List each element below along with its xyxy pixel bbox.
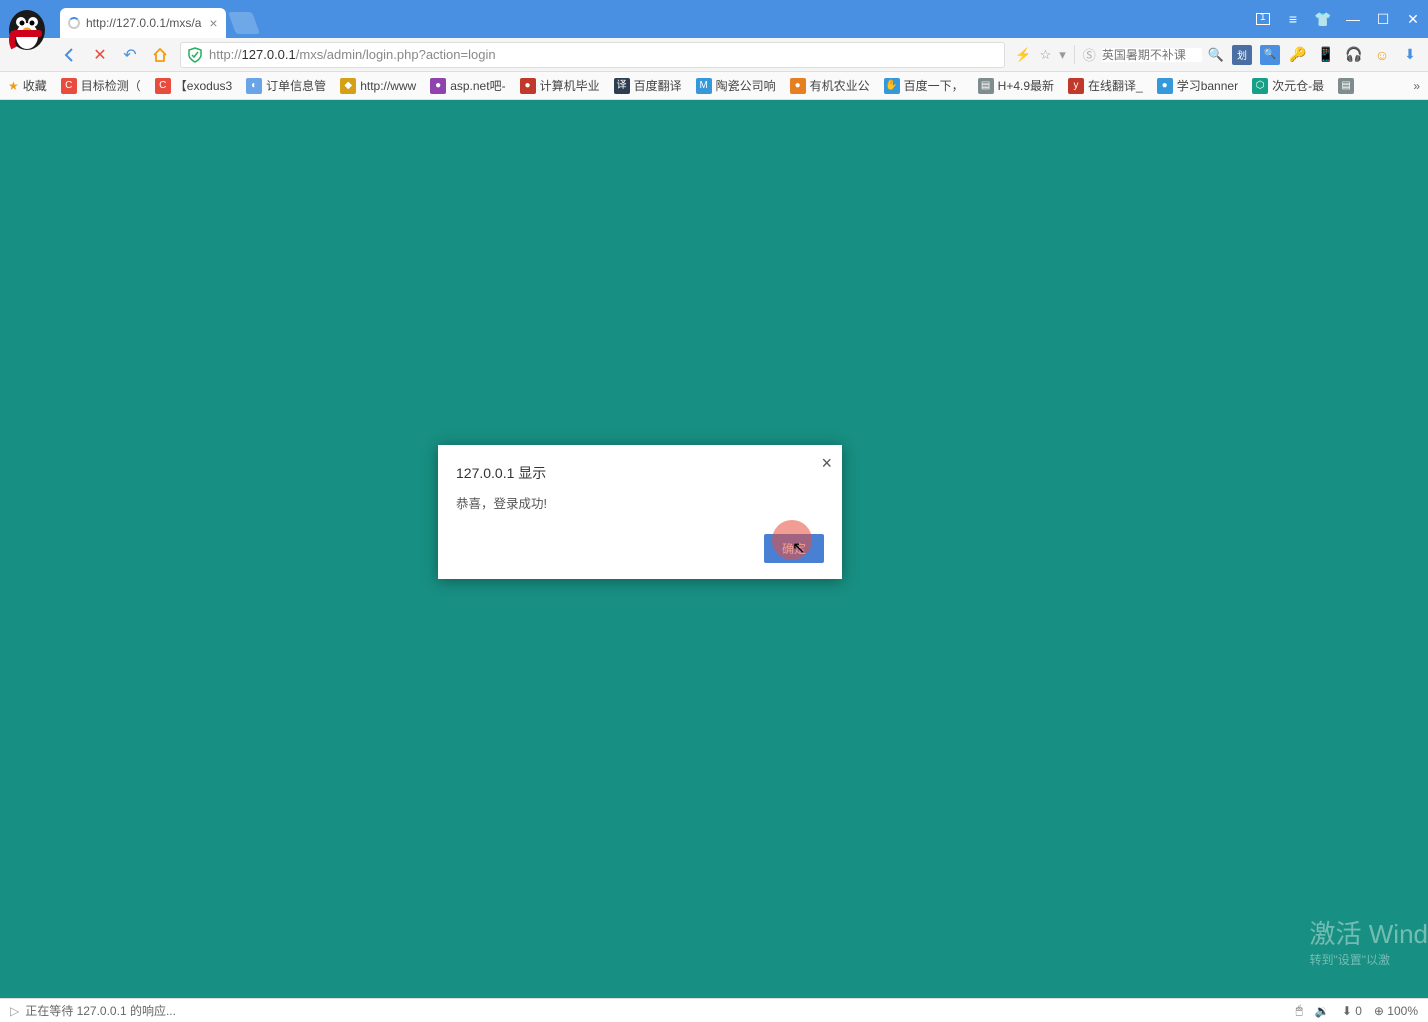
status-zoom[interactable]: ⊕ 100% xyxy=(1374,1004,1418,1018)
bookmark-favicon: C xyxy=(61,78,77,94)
key-icon[interactable]: 🔑 xyxy=(1288,45,1308,65)
menu-icon[interactable]: ≡ xyxy=(1278,0,1308,38)
bookmark-favicon: M xyxy=(696,78,712,94)
url-input[interactable]: http://127.0.0.1/mxs/admin/login.php?act… xyxy=(180,42,1005,68)
search-input[interactable] xyxy=(1102,48,1202,62)
home-button[interactable] xyxy=(150,45,170,65)
bookmark-item[interactable]: M陶瓷公司响 xyxy=(696,77,776,94)
dialog-message: 恭喜，登录成功! xyxy=(456,493,824,512)
bookmark-item[interactable]: C目标检测（ xyxy=(61,77,141,94)
loading-spinner-icon xyxy=(68,17,80,29)
maximize-button[interactable]: ☐ xyxy=(1368,0,1398,38)
dialog-close-button[interactable]: × xyxy=(821,453,832,474)
bookmark-label: http://www xyxy=(360,79,416,93)
phone-icon[interactable]: 📱 xyxy=(1316,45,1336,65)
status-text: 正在等待 127.0.0.1 的响应... xyxy=(25,1002,176,1019)
bookmark-favicon: y xyxy=(1068,78,1084,94)
bookmark-label: 有机农业公 xyxy=(810,77,870,94)
status-download-icon[interactable]: ⬇ 0 xyxy=(1342,1004,1362,1018)
bookmark-label: 学习banner xyxy=(1177,77,1238,94)
window-controls: ≡ 👕 — ☐ ✕ xyxy=(1248,0,1428,38)
bookmark-favicon: 译 xyxy=(614,78,630,94)
flash-icon[interactable]: ⚡ xyxy=(1015,47,1031,63)
bookmark-favicon: ⬡ xyxy=(1252,78,1268,94)
face-icon[interactable]: ☺ xyxy=(1372,45,1392,65)
qq-penguin-logo[interactable] xyxy=(0,0,55,55)
bookmark-favicon: ● xyxy=(520,78,536,94)
shield-icon xyxy=(187,47,203,63)
bookmark-label: 【exodus3 xyxy=(175,77,232,94)
star-icon[interactable]: ☆ xyxy=(1040,47,1052,63)
bookmark-label: 计算机毕业 xyxy=(540,77,600,94)
status-bar: ▷ 正在等待 127.0.0.1 的响应... 🖱 🔉 ⬇ 0 ⊕ 100% xyxy=(0,998,1428,1022)
bookmarks-overflow-icon[interactable]: » xyxy=(1413,79,1420,93)
bookmark-label: 在线翻译_ xyxy=(1088,77,1143,94)
bookmark-favicon: ✋ xyxy=(884,78,900,94)
tab-title: http://127.0.0.1/mxs/a xyxy=(86,16,201,30)
status-mouse-icon[interactable]: 🖱 xyxy=(1296,1003,1303,1018)
bookmark-item[interactable]: ●有机农业公 xyxy=(790,77,870,94)
status-sound-icon[interactable]: 🔉 xyxy=(1315,1004,1330,1018)
bookmark-item[interactable]: ⬡次元仓-最 xyxy=(1252,77,1324,94)
bookmark-favicon: ▤ xyxy=(978,78,994,94)
headset-icon[interactable]: 🎧 xyxy=(1344,45,1364,65)
bookmark-item[interactable]: ✋百度一下， xyxy=(884,77,964,94)
bookmark-label: 目标检测（ xyxy=(81,77,141,94)
bookmark-label: H+4.9最新 xyxy=(998,77,1054,94)
bookmark-label: 陶瓷公司响 xyxy=(716,77,776,94)
close-button[interactable]: ✕ xyxy=(1398,0,1428,38)
bookmark-label: 百度翻译 xyxy=(634,77,682,94)
skin-icon[interactable]: 👕 xyxy=(1308,0,1338,38)
translate-icon[interactable]: 划 xyxy=(1232,45,1252,65)
address-bar: ✕ ↶ http://127.0.0.1/mxs/admin/login.php… xyxy=(0,38,1428,72)
screenshot-icon[interactable]: 🔍 xyxy=(1260,45,1280,65)
browser-tab[interactable]: http://127.0.0.1/mxs/a × xyxy=(60,8,226,38)
bookmark-favicon: ◆ xyxy=(340,78,356,94)
new-tab-button[interactable] xyxy=(228,12,260,34)
bookmark-item[interactable]: ●学习banner xyxy=(1157,77,1238,94)
windows-activation-watermark: 激活 Wind 转到"设置"以激 xyxy=(1310,914,1428,968)
bookmark-item[interactable]: ▤ xyxy=(1338,78,1358,94)
dropdown-icon[interactable]: ▾ xyxy=(1059,47,1066,63)
bookmark-favicon: ● xyxy=(790,78,806,94)
bookmark-favicon: ◐ xyxy=(246,78,262,94)
bookmark-item[interactable]: ●asp.net吧- xyxy=(430,77,505,94)
bookmark-item[interactable]: ◆ http://www xyxy=(340,78,416,94)
bookmark-item[interactable]: ◐订单信息管 xyxy=(246,77,326,94)
minimize-button[interactable]: — xyxy=(1338,0,1368,38)
bookmark-favicon: ● xyxy=(430,78,446,94)
status-indicator-icon: ▷ xyxy=(10,1004,19,1018)
stop-button[interactable]: ✕ xyxy=(90,45,110,65)
titlebar: http://127.0.0.1/mxs/a × ≡ 👕 — ☐ ✕ xyxy=(0,0,1428,38)
bookmark-favicon: ▤ xyxy=(1338,78,1354,94)
bookmark-label: 订单信息管 xyxy=(266,77,326,94)
favorites-button[interactable]: ★收藏 xyxy=(8,77,47,94)
url-text: http://127.0.0.1/mxs/admin/login.php?act… xyxy=(209,47,496,62)
search-icon[interactable]: 🔍 xyxy=(1208,47,1224,63)
back-button[interactable] xyxy=(60,45,80,65)
dialog-ok-button[interactable]: 确定 xyxy=(764,534,824,563)
tab-close-icon[interactable]: × xyxy=(209,15,217,31)
sogou-icon[interactable]: Ⓢ xyxy=(1083,45,1096,64)
bookmark-item[interactable]: ▤H+4.9最新 xyxy=(978,77,1054,94)
bookmark-item[interactable]: 译百度翻译 xyxy=(614,77,682,94)
bookmark-item[interactable]: y在线翻译_ xyxy=(1068,77,1143,94)
bookmark-label: asp.net吧- xyxy=(450,77,505,94)
dialog-title: 127.0.0.1 显示 xyxy=(456,463,824,483)
bookmark-item[interactable]: C【exodus3 xyxy=(155,77,232,94)
bookmark-item[interactable]: ●计算机毕业 xyxy=(520,77,600,94)
bookmark-label: 百度一下， xyxy=(904,77,964,94)
bookmark-favicon: C xyxy=(155,78,171,94)
download-icon[interactable]: ⬇ xyxy=(1400,45,1420,65)
bookmark-favicon: ● xyxy=(1157,78,1173,94)
page-content: × 127.0.0.1 显示 恭喜，登录成功! 确定 ↖ 激活 Wind 转到"… xyxy=(0,100,1428,998)
bookmark-label: 次元仓-最 xyxy=(1272,77,1324,94)
undo-button[interactable]: ↶ xyxy=(120,45,140,65)
alert-dialog: × 127.0.0.1 显示 恭喜，登录成功! 确定 xyxy=(438,445,842,579)
tab-count-icon[interactable] xyxy=(1248,0,1278,38)
bookmarks-bar: ★收藏 C目标检测（C【exodus3◐订单信息管◆http://www●asp… xyxy=(0,72,1428,100)
